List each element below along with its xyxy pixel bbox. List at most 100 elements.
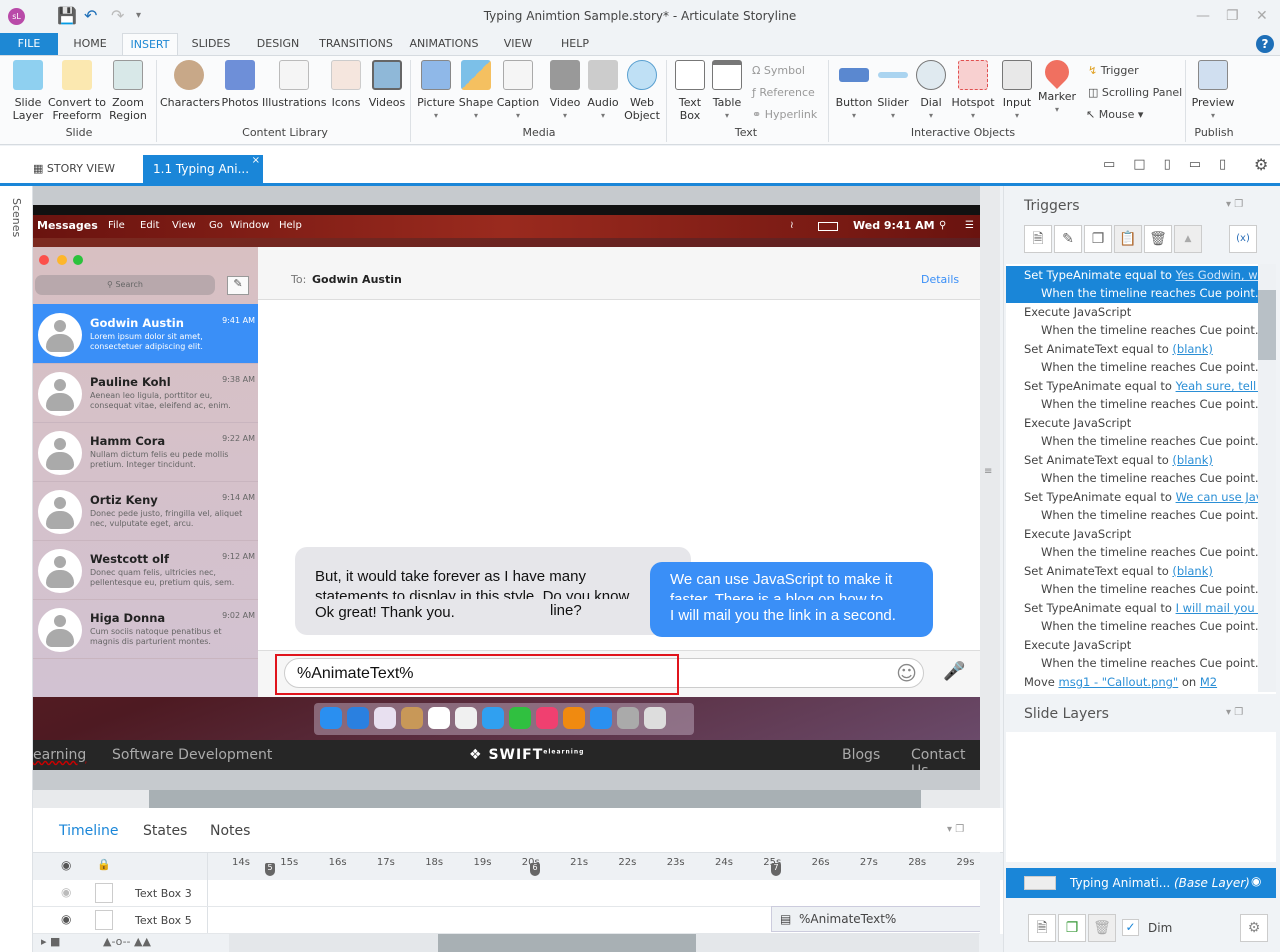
trigger-value-link[interactable]: We can use JavaSc xyxy=(1176,490,1258,504)
manage-variables-icon[interactable]: (x) xyxy=(1229,225,1257,253)
scenes-strip[interactable]: Scenes xyxy=(0,186,33,952)
trigger-value-link[interactable]: (blank) xyxy=(1172,564,1212,578)
story-view-tab[interactable]: ▦ STORY VIEW xyxy=(33,162,115,175)
panel-menu-icon[interactable]: ▾ ❐ xyxy=(1226,707,1243,718)
zoom-region-button[interactable]: Zoom Region xyxy=(106,60,150,122)
new-layer-icon[interactable]: 🗎 xyxy=(1028,914,1056,942)
cue-point-marker[interactable]: 5 xyxy=(265,863,275,876)
base-layer-row[interactable]: Typing Animati... (Base Layer) ◉ xyxy=(1006,868,1276,898)
videos-button[interactable]: Videos xyxy=(366,60,408,109)
edit-trigger-icon[interactable]: ✎ xyxy=(1054,225,1082,253)
lock-checkbox[interactable] xyxy=(95,883,113,903)
slide-layer-button[interactable]: Slide Layer xyxy=(8,60,48,122)
trigger-object-link[interactable]: msg1 - "Callout.png" xyxy=(1059,675,1179,689)
trigger-value-link[interactable]: Yes Godwin, what xyxy=(1176,268,1258,282)
lock-checkbox[interactable] xyxy=(95,910,113,930)
layer-settings-icon[interactable]: ⚙ xyxy=(1240,914,1268,942)
trigger-item[interactable]: Set TypeAnimate equal to I will mail you… xyxy=(1006,599,1258,636)
picture-button[interactable]: Picture ▾ xyxy=(416,60,456,122)
footer-link[interactable]: Blogs xyxy=(842,747,880,763)
scrolling-panel-button[interactable]: ◫ Scrolling Panel xyxy=(1088,86,1182,99)
trigger-item[interactable]: Set TypeAnimate equal to Yeah sure, tell… xyxy=(1006,377,1258,414)
conversation-item[interactable]: Godwin Austin 9:41 AM Lorem ipsum dolor si… xyxy=(33,304,258,364)
web-object-button[interactable]: Web Object xyxy=(622,60,662,122)
trigger-item[interactable]: Set AnimateText equal to (blank) When the… xyxy=(1006,562,1258,599)
triggers-scrollbar[interactable] xyxy=(1258,264,1276,692)
illustrations-button[interactable]: Illustrations xyxy=(262,60,326,109)
paste-trigger-icon[interactable]: 📋 xyxy=(1114,225,1142,253)
tab-transitions[interactable]: TRANSITIONS xyxy=(314,33,398,55)
trigger-item[interactable]: Move msg1 - "Callout.png" on M2 xyxy=(1006,673,1258,710)
timeline-vertical-scrollbar[interactable] xyxy=(980,852,1000,934)
tab-notes[interactable]: Notes xyxy=(210,823,250,839)
duplicate-layer-icon[interactable]: ❐ xyxy=(1058,914,1086,942)
trigger-item[interactable]: Execute JavaScript When the timeline reac… xyxy=(1006,525,1258,562)
zoom-slider[interactable]: ▲-o-- ▲▲ xyxy=(103,935,151,948)
characters-button[interactable]: Characters xyxy=(160,60,220,109)
conversation-item[interactable]: Westcott olf 9:12 AM Donec quam felis, ult… xyxy=(33,540,258,600)
search-field[interactable]: ⚲ Search xyxy=(35,275,215,295)
timeline-horizontal-scrollbar[interactable] xyxy=(229,934,979,952)
photos-button[interactable]: Photos xyxy=(220,60,260,109)
marker-button[interactable]: Marker ▾ xyxy=(1036,55,1078,116)
table-button[interactable]: Table ▾ xyxy=(710,60,744,122)
trigger-item[interactable]: Set TypeAnimate equal to We can use Java… xyxy=(1006,488,1258,525)
trigger-value-link[interactable]: (blank) xyxy=(1172,453,1212,467)
tab-insert[interactable]: INSERT xyxy=(122,33,178,55)
tab-states[interactable]: States xyxy=(143,823,187,839)
trigger-item[interactable]: Execute JavaScript When the timeline reac… xyxy=(1006,414,1258,451)
trigger-button[interactable]: ↯ Trigger xyxy=(1088,64,1139,77)
conversation-item[interactable]: Hamm Cora 9:22 AM Nullam dictum felis eu p… xyxy=(33,422,258,482)
caption-button[interactable]: Caption ▾ xyxy=(496,60,540,122)
delete-trigger-icon[interactable]: 🗑 xyxy=(1144,225,1172,253)
preview-button[interactable]: Preview ▾ xyxy=(1190,60,1236,122)
panel-menu-icon[interactable]: ▾ ❐ xyxy=(947,824,964,835)
help-icon[interactable]: ? xyxy=(1256,35,1274,53)
conversation-item[interactable]: Ortiz Keny 9:14 AM Donec pede justo, fring… xyxy=(33,481,258,541)
copy-trigger-icon[interactable]: ❐ xyxy=(1084,225,1112,253)
restore-icon[interactable]: ❐ xyxy=(1226,8,1239,24)
mouse-button[interactable]: ↖ Mouse ▾ xyxy=(1086,108,1143,121)
dial-button[interactable]: Dial ▾ xyxy=(916,60,946,122)
trigger-item[interactable]: Set AnimateText equal to (blank) When the… xyxy=(1006,340,1258,377)
text-box-button[interactable]: Text Box xyxy=(672,60,708,122)
input-button[interactable]: Input ▾ xyxy=(998,60,1036,122)
hotspot-button[interactable]: Hotspot ▾ xyxy=(950,60,996,122)
timeline-row[interactable]: ◉ Text Box 5 ▤ %AnimateText% xyxy=(33,906,981,934)
button-button[interactable]: Button ▾ xyxy=(832,60,876,122)
compose-icon[interactable]: ✎ xyxy=(227,276,249,295)
footer-link[interactable]: Software Development xyxy=(112,747,272,763)
move-up-icon[interactable]: ▲ xyxy=(1174,225,1202,253)
cue-point-marker[interactable]: 6 xyxy=(530,863,540,876)
symbol-button[interactable]: Ω Symbol xyxy=(752,64,805,77)
tab-animations[interactable]: ANIMATIONS xyxy=(404,33,484,55)
trigger-value-link[interactable]: (blank) xyxy=(1172,342,1212,356)
delete-layer-icon[interactable]: 🗑 xyxy=(1088,914,1116,942)
emoji-icon[interactable]: ☺ xyxy=(896,661,917,685)
conversation-item[interactable]: Pauline Kohl 9:38 AM Aenean leo ligula, po… xyxy=(33,363,258,423)
horizontal-scrollbar[interactable] xyxy=(33,790,1000,808)
trigger-item[interactable]: Set TypeAnimate equal to Yes Godwin, wha… xyxy=(1006,266,1258,303)
timeline-object-bar[interactable]: ▤ %AnimateText% xyxy=(771,906,981,932)
vertical-scrollbar[interactable]: ≡ xyxy=(980,186,1000,790)
trigger-item[interactable]: Set AnimateText equal to (blank) When the… xyxy=(1006,451,1258,488)
trigger-value-link[interactable]: Yeah sure, tell me. xyxy=(1176,379,1258,393)
new-trigger-icon[interactable]: 🗎 xyxy=(1024,225,1052,253)
trigger-item[interactable]: Execute JavaScript When the timeline reac… xyxy=(1006,636,1258,673)
minimize-icon[interactable]: — xyxy=(1196,8,1210,24)
details-link[interactable]: Details xyxy=(921,273,959,286)
tab-file[interactable]: FILE xyxy=(0,33,58,55)
tab-timeline[interactable]: Timeline xyxy=(59,823,119,839)
trigger-item[interactable]: Execute JavaScript When the timeline reac… xyxy=(1006,303,1258,340)
close-tab-icon[interactable]: × xyxy=(252,155,260,166)
tab-help[interactable]: HELP xyxy=(552,33,598,55)
tab-view[interactable]: VIEW xyxy=(498,33,538,55)
gear-icon[interactable]: ⚙ xyxy=(1254,155,1268,174)
conversation-item[interactable]: Higa Donna 9:02 AM Cum sociis natoque pena… xyxy=(33,599,258,659)
cue-point-marker[interactable]: 7 xyxy=(771,863,781,876)
visibility-icon[interactable]: ◉ xyxy=(61,912,71,926)
tab-home[interactable]: HOME xyxy=(64,33,116,55)
reference-button[interactable]: ƒ Reference xyxy=(752,86,815,99)
dim-checkbox[interactable]: ✓ xyxy=(1122,919,1139,936)
hyperlink-button[interactable]: ⚭ Hyperlink xyxy=(752,108,817,121)
